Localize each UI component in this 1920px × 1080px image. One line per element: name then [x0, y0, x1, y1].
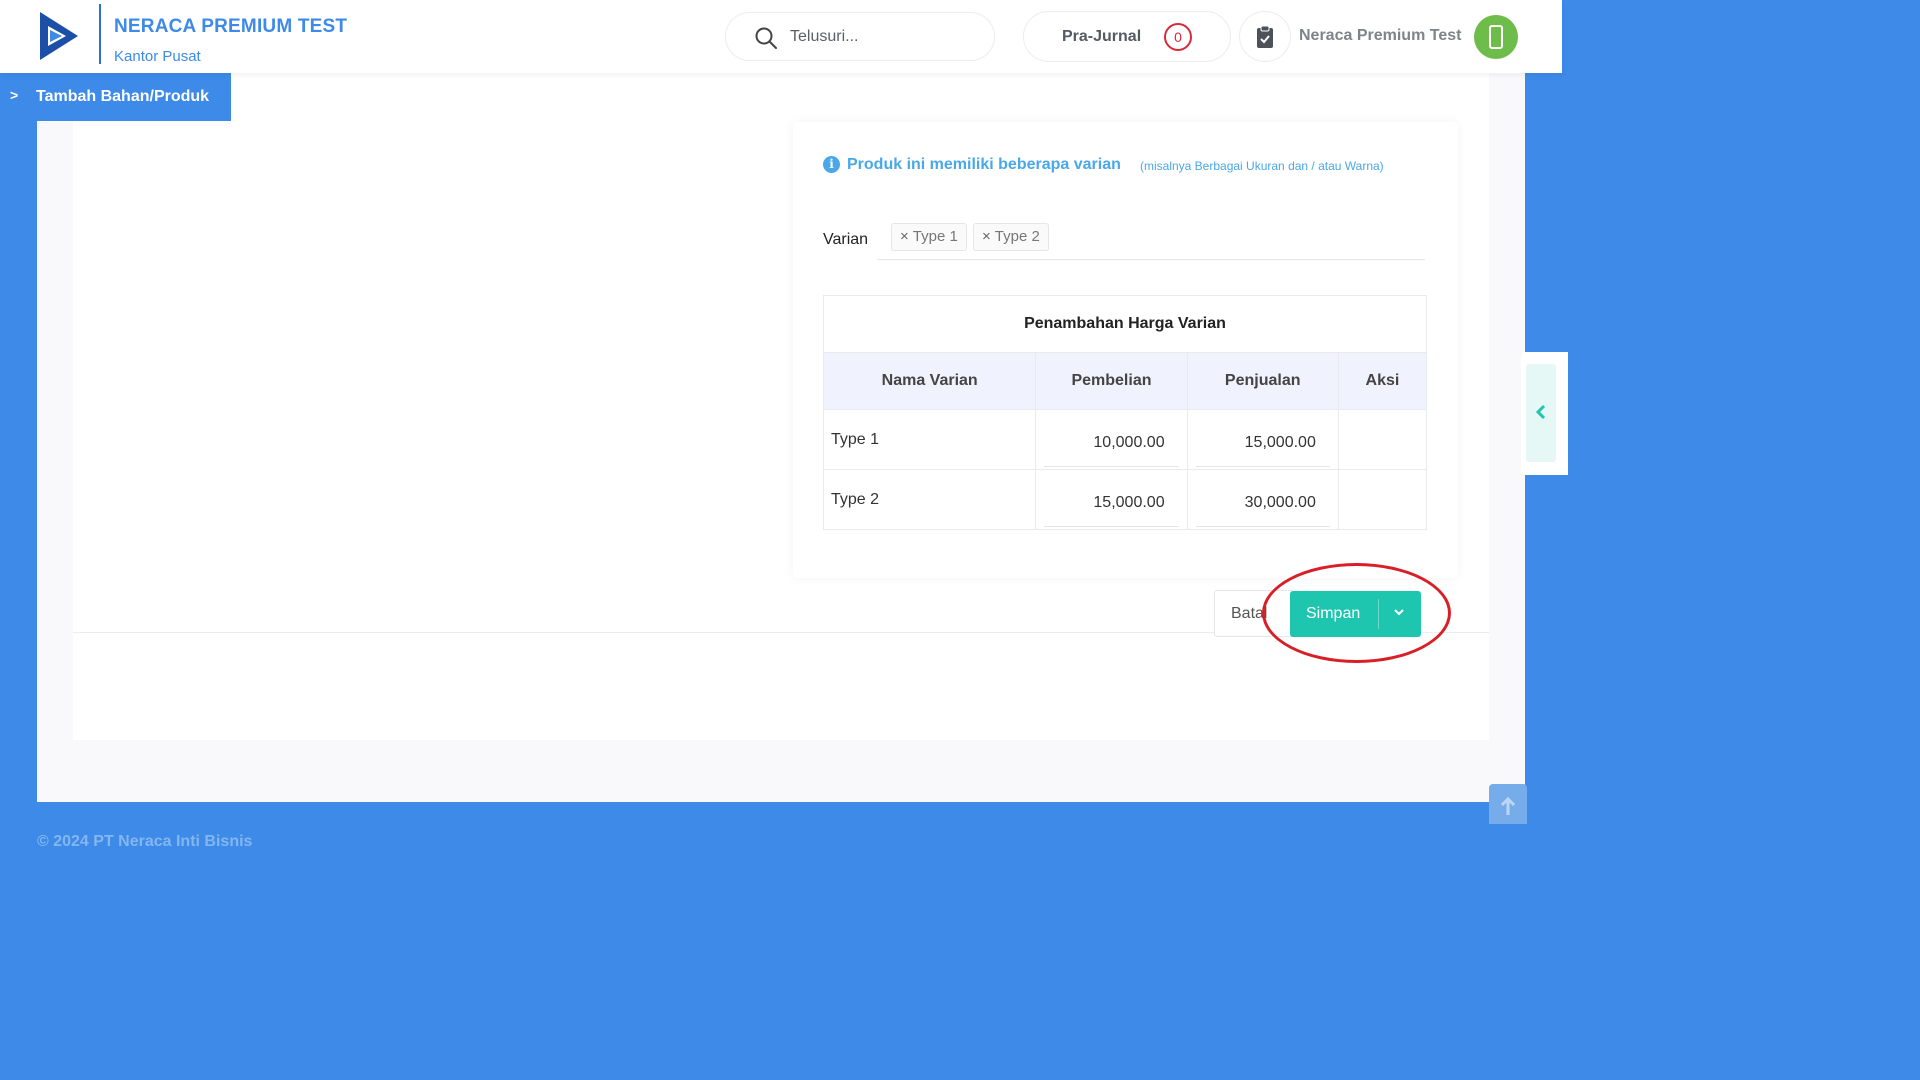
- product-form-card: i Produk ini memiliki beberapa varian (m…: [73, 73, 1489, 740]
- side-drawer-toggle[interactable]: [1521, 352, 1568, 475]
- sale-price-input[interactable]: 15,000.00: [1195, 417, 1330, 467]
- column-header: Pembelian: [1035, 352, 1188, 410]
- pra-jurnal-count-badge: 0: [1164, 23, 1192, 51]
- purchase-price-input[interactable]: 10,000.00: [1044, 417, 1179, 467]
- purchase-price-cell: 10,000.00: [1035, 409, 1188, 470]
- footer-copyright: © 2024 PT Neraca Inti Bisnis: [37, 833, 253, 850]
- search-box[interactable]: [725, 12, 995, 61]
- variant-name-cell: Type 2: [822, 469, 1037, 530]
- purchase-price-cell: 15,000.00: [1035, 469, 1188, 530]
- sale-price-cell: 30,000.00: [1186, 469, 1339, 530]
- chevron-right-icon: >: [10, 87, 19, 103]
- company-name: NERACA PREMIUM TEST: [114, 16, 348, 37]
- table-row: Type 2 15,000.00 30,000.00: [822, 469, 1428, 530]
- table-title: Penambahan Harga Varian: [823, 295, 1427, 353]
- variant-tags-input[interactable]: × Type 1 × Type 2: [877, 220, 1425, 260]
- save-button-divider: [1378, 599, 1379, 629]
- table-header-row: Nama Varian Pembelian Penjualan Aksi: [822, 352, 1428, 410]
- breadcrumb: > Tambah Bahan/Produk: [0, 73, 231, 121]
- avatar[interactable]: [1474, 15, 1518, 59]
- arrow-up-icon: [1500, 796, 1516, 815]
- clipboard-check-icon: [1257, 25, 1273, 48]
- action-cell: [1337, 409, 1428, 470]
- variant-toggle-heading[interactable]: Produk ini memiliki beberapa varian: [847, 156, 1121, 174]
- save-button[interactable]: Simpan: [1290, 591, 1421, 637]
- page-title: Tambah Bahan/Produk: [36, 88, 210, 105]
- chevron-down-icon[interactable]: [1394, 605, 1404, 619]
- chevron-left-icon: [1535, 404, 1546, 420]
- table-row: Type 1 10,000.00 15,000.00: [822, 409, 1428, 470]
- variant-price-table: Penambahan Harga Varian Nama Varian Pemb…: [822, 295, 1428, 530]
- tasks-button[interactable]: [1239, 11, 1291, 62]
- play-triangle-logo-icon[interactable]: [38, 10, 80, 62]
- action-cell: [1337, 469, 1428, 530]
- save-button-label: Simpan: [1306, 605, 1361, 622]
- variant-name-cell: Type 1: [822, 409, 1037, 470]
- variant-label: Varian: [823, 231, 869, 248]
- sale-price-input[interactable]: 30,000.00: [1195, 477, 1330, 527]
- variant-tag[interactable]: × Type 2: [973, 223, 1049, 251]
- side-drawer-tab-inner: [1526, 364, 1556, 462]
- brand-divider: [99, 4, 101, 64]
- column-header: Penjualan: [1186, 352, 1339, 410]
- purchase-price-input[interactable]: 15,000.00: [1044, 477, 1179, 527]
- pra-jurnal-label: Pra-Jurnal: [1062, 28, 1142, 45]
- variant-tag[interactable]: × Type 1: [891, 223, 967, 251]
- user-name[interactable]: Neraca Premium Test: [1299, 27, 1461, 45]
- remove-tag-icon[interactable]: ×: [900, 228, 909, 245]
- info-icon: i: [823, 156, 840, 173]
- search-input[interactable]: [790, 26, 980, 48]
- pra-jurnal-button[interactable]: Pra-Jurnal 0: [1023, 11, 1231, 62]
- cancel-button[interactable]: Batal: [1214, 590, 1294, 637]
- search-icon: [755, 27, 777, 49]
- column-header: Nama Varian: [822, 352, 1037, 410]
- variant-section: i Produk ini memiliki beberapa varian (m…: [793, 122, 1458, 578]
- remove-tag-icon[interactable]: ×: [982, 228, 991, 245]
- sale-price-cell: 15,000.00: [1186, 409, 1339, 470]
- scroll-to-top-button[interactable]: [1489, 784, 1527, 824]
- branch-name[interactable]: Kantor Pusat: [114, 48, 201, 65]
- page-content: i Produk ini memiliki beberapa varian (m…: [37, 73, 1525, 802]
- top-header: NERACA PREMIUM TEST Kantor Pusat Pra-Jur…: [0, 0, 1562, 73]
- variant-tag-label: Type 2: [994, 228, 1040, 245]
- column-header: Aksi: [1337, 352, 1428, 410]
- variant-tag-label: Type 1: [912, 228, 958, 245]
- phone-icon: [1489, 25, 1503, 49]
- variant-hint: (misalnya Berbagai Ukuran dan / atau War…: [1140, 159, 1384, 173]
